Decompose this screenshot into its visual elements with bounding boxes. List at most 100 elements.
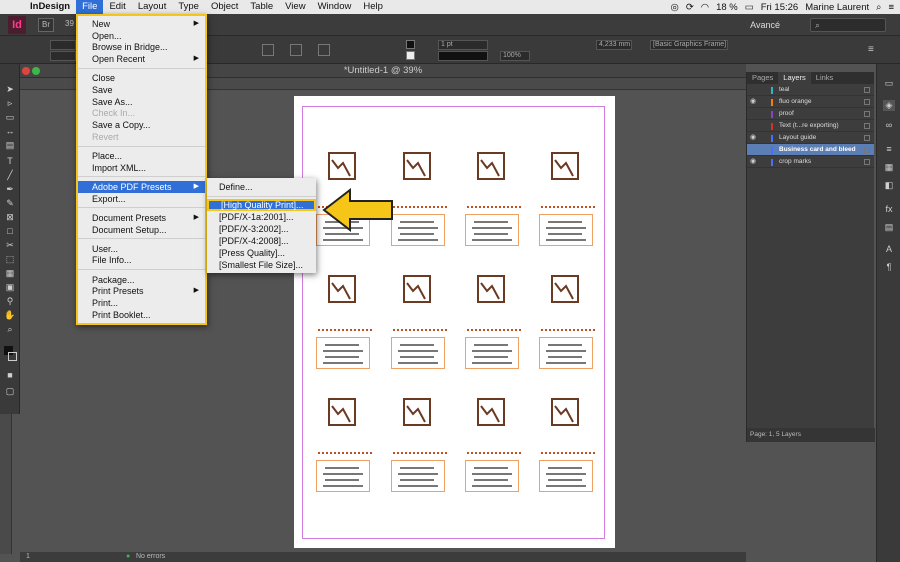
swatches-panel-icon[interactable]: ▦ xyxy=(883,162,895,173)
gap-tool-icon[interactable]: ↔ xyxy=(4,126,16,136)
submenu-item-pdf-x-1a-2001[interactable]: [PDF/X-1a:2001]... xyxy=(207,211,316,223)
list-icon[interactable]: ≡ xyxy=(888,2,894,13)
stroke-swatch[interactable] xyxy=(406,51,415,60)
bridge-button[interactable]: Br xyxy=(38,18,54,32)
battery-text[interactable]: 18 % xyxy=(716,2,738,13)
transform-icon[interactable] xyxy=(262,44,274,56)
selection-tool-icon[interactable]: ➤ xyxy=(4,84,16,94)
pages-panel-icon[interactable]: ▭ xyxy=(883,78,895,89)
pencil-tool-icon[interactable]: ✎ xyxy=(4,198,16,208)
free-transform-tool-icon[interactable]: ⬚ xyxy=(4,254,16,264)
menu-item-document-presets[interactable]: Document Presets ▶ xyxy=(78,212,205,224)
menu-item-open[interactable]: Open... xyxy=(78,30,205,42)
eyedropper-tool-icon[interactable]: ⚲ xyxy=(4,296,16,306)
content-collector-icon[interactable]: ▤ xyxy=(4,140,16,150)
menu-item-print[interactable]: Print... xyxy=(78,297,205,309)
scissors-tool-icon[interactable]: ✂ xyxy=(4,240,16,250)
menu-item-document-setup[interactable]: Document Setup... xyxy=(78,224,205,236)
measure-field[interactable]: 4,233 mm xyxy=(596,40,632,50)
stroke-weight-field[interactable]: 1 pt xyxy=(438,40,488,50)
lock-toggle-icon[interactable] xyxy=(864,159,870,165)
preflight-status[interactable]: No errors xyxy=(136,552,165,562)
menu-item-import-xml[interactable]: Import XML... xyxy=(78,162,205,174)
menu-item-open-recent[interactable]: Open Recent ▶ xyxy=(78,53,205,65)
note-tool-icon[interactable]: ▣ xyxy=(4,282,16,292)
lock-toggle-icon[interactable] xyxy=(864,123,870,129)
menu-lines-icon[interactable]: ≡ xyxy=(868,44,880,56)
eye-icon[interactable]: ◉ xyxy=(750,156,759,168)
rotate-icon[interactable] xyxy=(290,44,302,56)
page-number[interactable]: 1 xyxy=(26,552,30,562)
creative-cloud-icon[interactable]: ◎ xyxy=(671,2,679,13)
layer-row[interactable]: teal xyxy=(747,84,874,96)
menu-item-user[interactable]: User... xyxy=(78,243,205,255)
wifi-icon[interactable]: ◠ xyxy=(701,2,709,13)
clock[interactable]: Fri 15:26 xyxy=(761,2,799,13)
apple-icon[interactable] xyxy=(6,0,24,14)
lock-toggle-icon[interactable] xyxy=(864,111,870,117)
menu-item-new[interactable]: New ▶ xyxy=(78,18,205,30)
zoom-tool-icon[interactable]: ⌕ xyxy=(4,324,16,334)
menu-item-print-presets[interactable]: Print Presets ▶ xyxy=(78,285,205,297)
effects-panel-icon[interactable]: fx xyxy=(883,204,895,215)
menu-item-place[interactable]: Place... xyxy=(78,150,205,162)
menu-item-check-in[interactable]: Check In... xyxy=(78,107,205,119)
menu-layout[interactable]: Layout xyxy=(132,0,173,14)
menu-item-browse-in-bridge[interactable]: Browse in Bridge... xyxy=(78,41,205,53)
layer-row[interactable]: ◉ fluo orange xyxy=(747,96,874,108)
menu-table[interactable]: Table xyxy=(244,0,279,14)
tab-layers[interactable]: Layers xyxy=(778,72,811,84)
menu-item-print-booklet[interactable]: Print Booklet... xyxy=(78,309,205,321)
rectangle-frame-tool-icon[interactable]: ⊠ xyxy=(4,212,16,222)
stroke-type-field[interactable] xyxy=(438,51,488,61)
text-wrap-panel-icon[interactable]: ▤ xyxy=(883,222,895,233)
layer-row[interactable]: Text (t...re exporting) xyxy=(747,120,874,132)
submenu-item-high-quality-print[interactable]: [High Quality Print]... xyxy=(207,199,316,211)
hand-tool-icon[interactable]: ✋ xyxy=(4,310,16,320)
lock-toggle-icon[interactable] xyxy=(864,147,870,153)
direct-selection-tool-icon[interactable]: ▹ xyxy=(4,98,16,108)
menu-help[interactable]: Help xyxy=(357,0,389,14)
gradient-tool-icon[interactable]: ▦ xyxy=(4,268,16,278)
submenu-item-pdf-x-4-2008[interactable]: [PDF/X-4:2008]... xyxy=(207,235,316,247)
layers-panel-icon[interactable]: ◈ xyxy=(883,100,895,111)
menu-item-save-as[interactable]: Save As... xyxy=(78,96,205,108)
lock-toggle-icon[interactable] xyxy=(864,87,870,93)
battery-icon[interactable]: ▭ xyxy=(745,2,754,13)
user-name[interactable]: Marine Laurent xyxy=(805,2,869,13)
submenu-item-define[interactable]: Define... xyxy=(207,181,316,193)
menu-view[interactable]: View xyxy=(279,0,311,14)
opacity-field[interactable]: 100% xyxy=(500,51,530,61)
object-style-field[interactable]: [Basic Graphics Frame] xyxy=(650,40,728,50)
menu-item-package[interactable]: Package... xyxy=(78,274,205,286)
menubar-app-name[interactable]: InDesign xyxy=(24,0,76,14)
menu-item-revert[interactable]: Revert xyxy=(78,131,205,143)
apply-color-icon[interactable]: ■ xyxy=(4,370,16,380)
eye-icon[interactable]: ◉ xyxy=(750,132,759,144)
menu-item-export[interactable]: Export... xyxy=(78,193,205,205)
menu-item-close[interactable]: Close xyxy=(78,72,205,84)
character-styles-icon[interactable]: A xyxy=(883,244,895,255)
y-field[interactable] xyxy=(50,51,76,61)
menu-type[interactable]: Type xyxy=(172,0,205,14)
search-icon[interactable]: ⌕ xyxy=(876,2,881,13)
paragraph-styles-icon[interactable]: ¶ xyxy=(883,262,895,273)
x-field[interactable] xyxy=(50,40,76,50)
page-tool-icon[interactable]: ▭ xyxy=(4,112,16,122)
lock-toggle-icon[interactable] xyxy=(864,135,870,141)
tab-pages[interactable]: Pages xyxy=(747,72,778,84)
pen-tool-icon[interactable]: ✒ xyxy=(4,184,16,194)
layer-row[interactable]: Business card and bleed xyxy=(747,144,874,156)
menu-object[interactable]: Object xyxy=(205,0,244,14)
fill-swatch[interactable] xyxy=(406,40,415,49)
menu-edit[interactable]: Edit xyxy=(103,0,131,14)
menu-item-save[interactable]: Save xyxy=(78,84,205,96)
menu-item-file-info[interactable]: File Info... xyxy=(78,254,205,266)
search-input[interactable]: ⌕ xyxy=(810,18,886,32)
document-page[interactable] xyxy=(294,96,615,548)
lock-toggle-icon[interactable] xyxy=(864,99,870,105)
stroke-panel-icon[interactable]: ≡ xyxy=(883,144,895,155)
submenu-item-press-quality[interactable]: [Press Quality]... xyxy=(207,247,316,259)
zoom-level[interactable]: 39 xyxy=(62,18,77,32)
menu-window[interactable]: Window xyxy=(312,0,358,14)
